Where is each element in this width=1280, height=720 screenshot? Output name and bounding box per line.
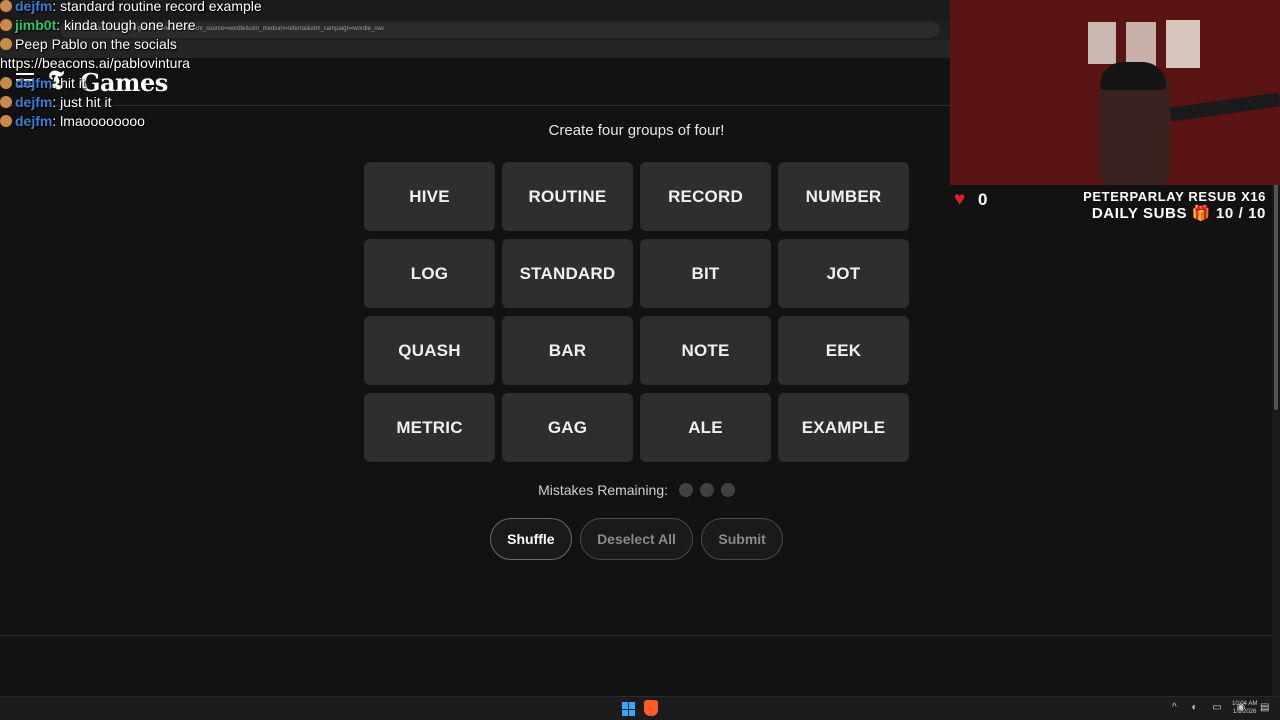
chat-text: just hit it	[60, 94, 112, 110]
mistake-dot	[720, 483, 735, 497]
game-instruction: Create four groups of four!	[548, 122, 725, 139]
chat-username[interactable]: dejfm	[15, 75, 52, 91]
webcam-feed	[950, 0, 1280, 185]
wall-frame	[1166, 20, 1200, 68]
chat-badge-icon	[0, 115, 12, 127]
chat-message: dejfm: just hit it	[0, 94, 111, 110]
word-tile-note[interactable]: NOTE	[640, 316, 771, 385]
submit-button[interactable]: Submit	[701, 518, 783, 560]
word-tile-eek[interactable]: EEK	[778, 316, 909, 385]
word-tile-example[interactable]: EXAMPLE	[778, 393, 909, 462]
word-tile-ale[interactable]: ALE	[640, 393, 771, 462]
deselect-all-button[interactable]: Deselect All	[580, 518, 693, 560]
resub-alert: PETERPARLAY RESUB X16	[1083, 189, 1266, 204]
heart-count: 0	[978, 190, 988, 209]
stream-stats-overlay: ♥ 0 PETERPARLAY RESUB X16 DAILY SUBS 🎁 1…	[950, 185, 1280, 225]
chat-username[interactable]: dejfm	[15, 113, 52, 129]
chat-badge-icon	[0, 96, 12, 108]
system-tray[interactable]: ^ ◐ ▭ ◉ ▤	[1172, 702, 1275, 713]
mistake-dots	[672, 482, 735, 498]
word-tile-log[interactable]: LOG	[364, 239, 495, 308]
action-buttons: Shuffle Deselect All Submit	[364, 518, 909, 560]
mistakes-remaining: Mistakes Remaining:	[364, 482, 909, 498]
wall-frame	[1126, 22, 1156, 66]
brave-browser-icon[interactable]	[644, 700, 658, 716]
clock-date: 1/2/2026	[1233, 709, 1257, 715]
chat-text: hit it	[60, 75, 86, 91]
word-tile-standard[interactable]: STANDARD	[502, 239, 633, 308]
chat-badge-icon	[0, 38, 12, 50]
games-logo-text[interactable]: Games	[80, 68, 168, 97]
word-tile-number[interactable]: NUMBER	[778, 162, 909, 231]
chat-badge-icon	[0, 19, 12, 31]
mistakes-label: Mistakes Remaining:	[538, 482, 669, 498]
word-tile-quash[interactable]: QUASH	[364, 316, 495, 385]
word-tile-gag[interactable]: GAG	[502, 393, 633, 462]
chat-message: jimb0t: kinda tough one here	[0, 17, 196, 33]
word-tile-jot[interactable]: JOT	[778, 239, 909, 308]
word-tile-routine[interactable]: ROUTINE	[502, 162, 633, 231]
footer-divider	[0, 635, 1280, 636]
chat-username[interactable]: dejfm	[15, 0, 52, 14]
wall-frame	[1088, 22, 1116, 64]
chat-text: lmaoooooooo	[60, 113, 145, 129]
taskbar: ^ ◐ ▭ ◉ ▤ 10:04 AM 1/2/2026	[0, 696, 1280, 720]
chat-badge-icon	[0, 0, 12, 12]
heart-icon: ♥	[954, 189, 966, 210]
chat-separator: :	[52, 0, 61, 14]
chat-text[interactable]: https://beacons.ai/pablovintura	[0, 55, 190, 71]
chat-separator: :	[52, 75, 61, 91]
daily-subs: DAILY SUBS 🎁 10 / 10	[1092, 204, 1266, 222]
chat-username[interactable]: dejfm	[15, 94, 52, 110]
clock-time: 10:04 AM	[1232, 701, 1258, 707]
daily-subs-label: DAILY SUBS	[1091, 205, 1188, 222]
chat-message: dejfm: standard routine record example	[0, 0, 262, 14]
chat-message: Peep Pablo on the socials	[0, 36, 177, 52]
beanie	[1100, 62, 1166, 90]
windows-start-icon[interactable]	[622, 702, 636, 716]
chat-text: kinda tough one here	[64, 17, 196, 33]
taskbar-clock[interactable]: 10:04 AM 1/2/2026	[1232, 700, 1257, 716]
word-tile-bit[interactable]: BIT	[640, 239, 771, 308]
mistake-dot	[678, 483, 693, 497]
chat-badge-icon	[0, 77, 12, 89]
gift-icon: 🎁	[1191, 205, 1212, 222]
chat-message: dejfm: hit it	[0, 75, 86, 91]
mistake-dot	[699, 483, 714, 497]
chat-separator: :	[56, 17, 65, 33]
daily-subs-count: 10 / 10	[1215, 205, 1266, 222]
word-grid: HIVE ROUTINE RECORD NUMBER LOG STANDARD BIT JOT…	[364, 162, 910, 462]
word-tile-metric[interactable]: METRIC	[364, 393, 495, 462]
chat-separator: :	[52, 94, 61, 110]
word-tile-hive[interactable]: HIVE	[364, 162, 495, 231]
chat-username[interactable]: jimb0t	[15, 17, 56, 33]
chat-text: Peep Pablo on the socials	[15, 36, 177, 52]
screen: https://www.nytimes.com/games/connection…	[0, 0, 1280, 720]
chat-message: dejfm: lmaoooooooo	[0, 113, 145, 129]
chat-message: https://beacons.ai/pablovintura	[0, 55, 190, 71]
word-tile-bar[interactable]: BAR	[502, 316, 633, 385]
word-tile-record[interactable]: RECORD	[640, 162, 771, 231]
chat-separator: :	[52, 113, 61, 129]
shuffle-button[interactable]: Shuffle	[490, 518, 572, 560]
chat-text: standard routine record example	[60, 0, 262, 14]
